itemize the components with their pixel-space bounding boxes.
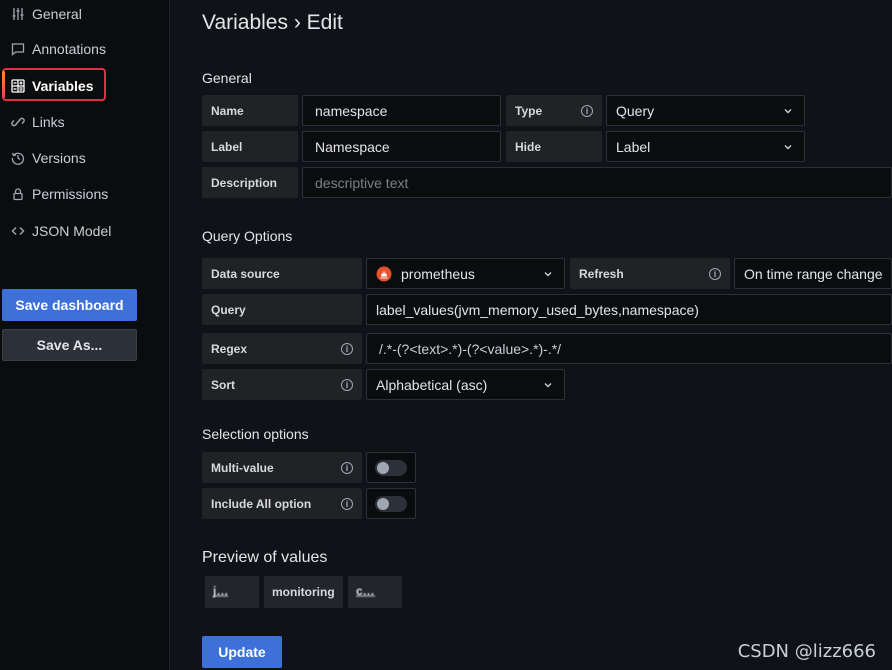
name-label: Name [202,95,298,126]
sidebar-item-permissions[interactable]: Permissions [10,180,108,208]
sidebar-item-general[interactable]: General [10,0,82,28]
link-icon [10,114,26,130]
code-icon [10,223,26,239]
description-label: Description [202,167,298,198]
name-input[interactable]: namespace [302,95,501,126]
datasource-label: Data source [202,258,362,289]
preview-section-title: Preview of values [202,549,328,566]
save-dashboard-button[interactable]: Save dashboard [2,289,137,321]
info-icon: i [581,105,593,117]
hide-label: Hide [506,131,602,162]
sidebar-item-label: Versions [32,150,86,166]
sidebar-item-links[interactable]: Links [10,108,65,136]
settings-sidebar: General Annotations Variables Links Vers… [0,0,170,670]
refresh-select[interactable]: On time range change [734,258,892,289]
sort-select[interactable]: Alphabetical (asc) [366,369,565,400]
update-button[interactable]: Update [202,636,282,668]
sliders-icon [10,6,26,22]
history-icon [10,150,26,166]
type-select[interactable]: Query [606,95,805,126]
include-all-toggle-wrap [366,488,416,519]
sidebar-item-versions[interactable]: Versions [10,144,86,172]
label-input[interactable]: Namespace [302,131,501,162]
comment-icon [10,41,26,57]
sidebar-item-variables[interactable]: Variables [10,72,94,100]
chevron-down-icon [544,383,552,388]
sidebar-item-label: Links [32,114,65,130]
sidebar-item-annotations[interactable]: Annotations [10,35,106,63]
regex-label: Regex i [202,333,362,364]
sidebar-item-label: JSON Model [32,223,112,239]
prometheus-icon [376,266,392,281]
multi-value-toggle-wrap [366,452,416,483]
general-section-title: General [202,70,252,86]
selection-options-section-title: Selection options [202,426,309,442]
sort-label: Sort i [202,369,362,400]
chevron-down-icon [784,145,792,150]
regex-input[interactable]: /.*-(?<text>.*)-(?<value>.*)-.*/ [366,333,892,364]
save-as-button[interactable]: Save As... [2,329,137,361]
datasource-select[interactable]: prometheus [366,258,565,289]
sidebar-item-label: Variables [32,78,94,94]
query-options-section-title: Query Options [202,228,293,244]
chevron-down-icon [784,109,792,114]
info-icon: i [341,379,353,391]
include-all-toggle[interactable] [375,495,407,512]
info-icon: i [341,462,353,474]
include-all-label: Include All option i [202,488,362,519]
sidebar-item-label: Permissions [32,186,109,202]
preview-value: c… [348,576,402,608]
multi-value-label: Multi-value i [202,452,362,483]
info-icon: i [709,268,721,280]
sidebar-item-json-model[interactable]: JSON Model [10,217,111,245]
label-label: Label [202,131,298,162]
query-input[interactable]: label_values(jvm_memory_used_bytes,names… [366,294,892,325]
sidebar-item-label: General [32,6,82,22]
lock-icon [10,186,26,202]
watermark: CSDN @lizz666 [737,641,876,662]
preview-value: monitoring [264,576,343,608]
hide-select[interactable]: Label [606,131,805,162]
description-input[interactable]: descriptive text [302,167,892,198]
info-icon: i [341,343,353,355]
page-title: Variables › Edit [202,11,343,34]
refresh-label: Refresh i [570,258,730,289]
sidebar-item-label: Annotations [32,41,106,57]
chevron-down-icon [544,272,552,277]
calculator-icon [10,78,26,94]
info-icon: i [341,498,353,510]
variable-editor: Variables › Edit General Name namespace … [171,0,892,670]
preview-value: j… [205,576,259,608]
multi-value-toggle[interactable] [375,459,407,476]
query-label: Query [202,294,362,325]
type-label: Type i [506,95,602,126]
active-indicator [2,71,5,98]
